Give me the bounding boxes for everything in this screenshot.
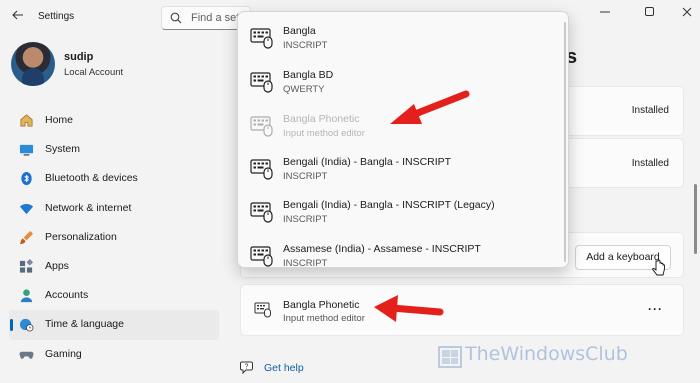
close-icon [682, 7, 692, 17]
apps-icon [19, 258, 34, 273]
keyboard-option[interactable]: Bangla INSCRIPT [248, 23, 558, 63]
home-icon [20, 114, 33, 127]
keyboard-option-title: Bengali (India) - Bangla - INSCRIPT (Leg… [283, 199, 495, 211]
account-type: Local Account [64, 67, 124, 78]
keyboard-option-title: Bengali (India) - Bangla - INSCRIPT [283, 156, 452, 168]
keyboard-option[interactable]: Assamese (India) - Assamese - INSCRIPT I… [248, 241, 558, 268]
bluetooth-icon [21, 172, 32, 186]
sidebar-item-label: System [45, 143, 81, 156]
sidebar-item-label: Bluetooth & devices [45, 172, 138, 185]
sidebar-item-gaming[interactable]: Gaming [9, 340, 219, 369]
globe-clock-icon [19, 319, 34, 332]
back-arrow-icon [12, 10, 23, 20]
sidebar-item-label: Accounts [45, 289, 89, 302]
flyout-scrollbar[interactable] [564, 22, 566, 262]
maximize-button[interactable] [635, 4, 665, 24]
keyboard-icon [250, 202, 273, 223]
search-icon [170, 12, 182, 24]
installed-keyboard-type: Input method editor [283, 313, 365, 324]
avatar[interactable] [11, 42, 55, 86]
help-icon: ? [240, 361, 253, 374]
keyboard-option-title: Bangla BD [283, 69, 334, 81]
sidebar-item-label: Time & language [45, 318, 124, 331]
keyboard-icon [250, 28, 273, 49]
svg-text:?: ? [245, 364, 249, 371]
gamepad-icon [19, 351, 34, 359]
get-help-link[interactable]: Get help [264, 362, 304, 374]
sidebar-item-home[interactable]: Home [9, 106, 219, 135]
minimize-icon [600, 11, 610, 13]
close-button[interactable] [672, 4, 700, 24]
page-scrollbar[interactable] [694, 184, 697, 254]
system-icon [19, 145, 34, 156]
status-text: Installed [631, 158, 669, 169]
installed-keyboard-name: Bangla Phonetic [283, 299, 360, 311]
keyboard-option-subtitle: INSCRIPT [283, 40, 328, 51]
sidebar-item-label: Home [45, 114, 74, 126]
keyboard-option[interactable]: Bengali (India) - Bangla - INSCRIPT (Leg… [248, 197, 558, 237]
back-button[interactable] [8, 7, 28, 25]
watermark-text: TheWindowsClub [465, 343, 628, 365]
accounts-icon [20, 289, 33, 303]
keyboard-option-title: Assamese (India) - Assamese - INSCRIPT [283, 243, 481, 255]
sidebar-item-time-language[interactable]: Time & language [9, 310, 219, 340]
watermark-logo [438, 346, 462, 368]
sidebar-item-network[interactable]: Network & internet [9, 194, 219, 223]
more-options-button[interactable]: ··· [648, 302, 663, 316]
sidebar-item-system[interactable]: System [9, 135, 219, 164]
keyboard-option-subtitle: INSCRIPT [283, 171, 328, 182]
keyboard-option-subtitle: INSCRIPT [283, 258, 328, 268]
red-arrow-icon [374, 295, 444, 322]
keyboard-option[interactable]: Bengali (India) - Bangla - INSCRIPT INSC… [248, 154, 558, 194]
maximize-icon [645, 7, 654, 16]
sidebar-item-accounts[interactable]: Accounts [9, 281, 219, 310]
mouse-cursor-icon [652, 259, 665, 276]
wifi-icon [19, 203, 34, 214]
keyboard-icon [250, 159, 273, 180]
keyboard-icon [250, 116, 273, 137]
keyboard-icon [254, 302, 271, 318]
status-text: Installed [631, 105, 669, 116]
sidebar-item-label: Network & internet [45, 201, 132, 214]
red-arrow-icon [390, 90, 470, 124]
sidebar-nav: Home System Bluetooth & devices Network … [9, 106, 219, 369]
app-title: Settings [38, 11, 75, 22]
sidebar-item-label: Gaming [45, 347, 82, 360]
keyboard-icon [250, 246, 273, 267]
keyboard-icon [250, 72, 273, 93]
brush-icon [19, 230, 34, 244]
keyboard-option-subtitle: QWERTY [283, 84, 325, 95]
sidebar-item-personalization[interactable]: Personalization [9, 223, 219, 252]
minimize-button[interactable] [590, 4, 620, 24]
sidebar-item-apps[interactable]: Apps [9, 252, 219, 281]
keyboard-flyout: Bangla INSCRIPT Bangla BD QWERTY Bangla … [237, 11, 569, 268]
sidebar-item-label: Personalization [45, 230, 117, 243]
user-name: sudip [64, 51, 94, 63]
sidebar-item-label: Apps [45, 259, 69, 272]
keyboard-option-title: Bangla [283, 25, 316, 37]
keyboard-option-title: Bangla Phonetic [283, 113, 360, 125]
sidebar-item-bluetooth[interactable]: Bluetooth & devices [9, 164, 219, 193]
keyboard-option-subtitle: Input method editor [283, 128, 365, 139]
keyboard-option-subtitle: INSCRIPT [283, 214, 328, 225]
